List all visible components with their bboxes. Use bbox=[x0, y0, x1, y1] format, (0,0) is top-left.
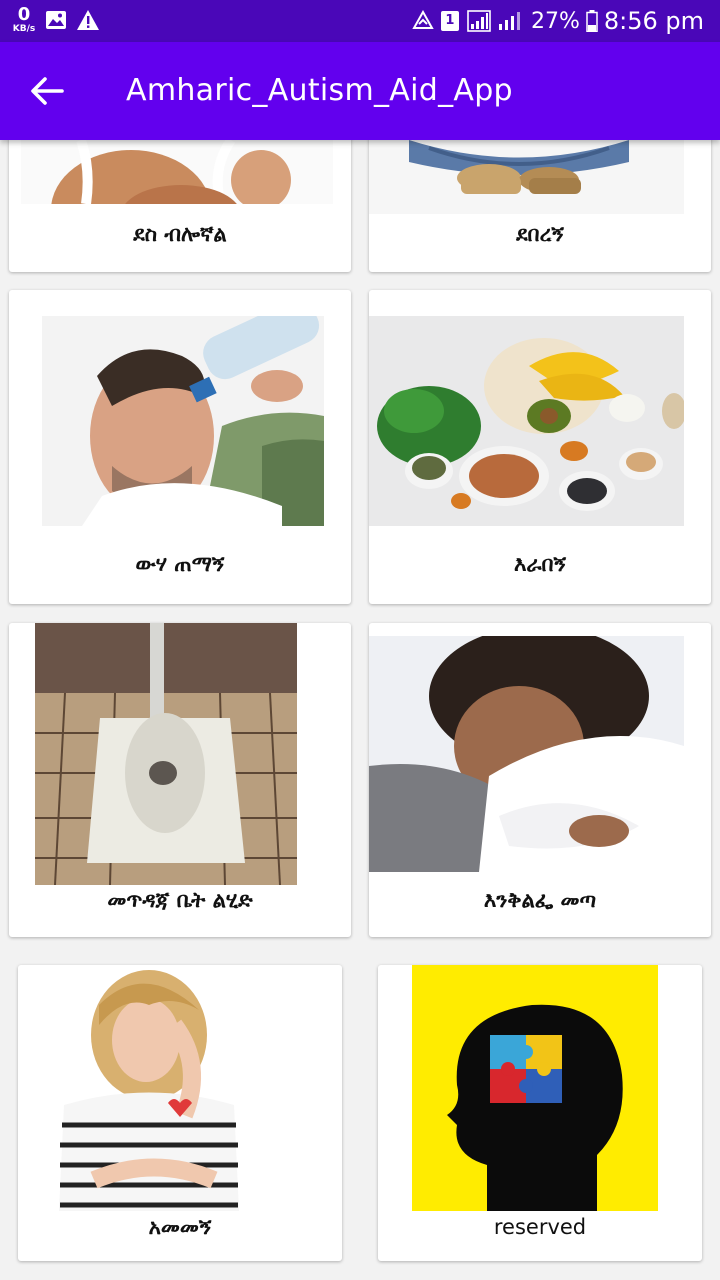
phrase-card[interactable]: መጥዳጃ ቤት ልሂድ bbox=[9, 623, 351, 937]
sitting-person-image bbox=[369, 140, 684, 214]
status-bar: 0 KB/s 1 27% 8:56 pm bbox=[0, 0, 720, 42]
sleeping-child-image bbox=[369, 636, 684, 872]
network-speed: 0 KB/s bbox=[10, 6, 38, 34]
woman-headache-image bbox=[54, 965, 244, 1211]
warning-icon bbox=[77, 10, 99, 30]
phrase-card[interactable]: ደበረኝ bbox=[369, 140, 711, 272]
network-speed-value: 0 bbox=[17, 4, 31, 25]
phrase-card-label: መጥዳጃ ቤት ልሂድ bbox=[107, 888, 253, 912]
battery-icon bbox=[586, 10, 598, 32]
image-notification-icon bbox=[46, 11, 66, 29]
man-drinking-water-image bbox=[42, 316, 324, 526]
phrase-card[interactable]: አመመኝ bbox=[18, 965, 342, 1261]
squat-toilet-image bbox=[35, 623, 297, 885]
app-title: Amharic_Autism_Aid_App bbox=[126, 73, 513, 108]
phrase-card-label: ደስ ብሎኛል bbox=[133, 222, 227, 246]
phrase-card[interactable]: ውሃ ጠማኝ bbox=[9, 290, 351, 604]
phrase-card-label: ደበረኝ bbox=[516, 222, 564, 246]
signal-strength-icon bbox=[467, 10, 491, 32]
phrase-card-label: reserved bbox=[493, 1215, 587, 1239]
puzzle-head-image bbox=[412, 965, 658, 1211]
clock: 8:56 pm bbox=[603, 7, 704, 35]
cellular-bars-icon bbox=[498, 12, 520, 30]
smiling-woman-image bbox=[21, 140, 333, 204]
phrase-card[interactable]: ደስ ብሎኛል bbox=[9, 140, 351, 272]
phrase-card[interactable]: እራበኝ bbox=[369, 290, 711, 604]
phrase-card[interactable]: reserved bbox=[378, 965, 702, 1261]
phrase-card-label: አመመኝ bbox=[148, 1215, 212, 1239]
phrase-card-label: ውሃ ጠማኝ bbox=[135, 552, 225, 576]
app-bar: Amharic_Autism_Aid_App bbox=[0, 42, 720, 140]
sim-slot-badge: 1 bbox=[440, 11, 459, 31]
battery-percent: 27% bbox=[530, 8, 580, 34]
phrase-card[interactable]: እንቅልፌ መጣ bbox=[369, 623, 711, 937]
network-speed-unit: KB/s bbox=[12, 24, 36, 34]
data-saver-icon bbox=[412, 10, 434, 29]
phrase-card-label: እንቅልፌ መጣ bbox=[483, 888, 597, 912]
healthy-food-image bbox=[369, 316, 684, 526]
phrase-card-label: እራበኝ bbox=[513, 552, 567, 576]
back-arrow-icon[interactable] bbox=[28, 72, 66, 110]
phrase-grid: ደስ ብሎኛል ደበረኝ ውሃ ጠማኝ እራበኝ መጥዳጃ ቤት ልሂድ እንቅ… bbox=[0, 140, 720, 1280]
